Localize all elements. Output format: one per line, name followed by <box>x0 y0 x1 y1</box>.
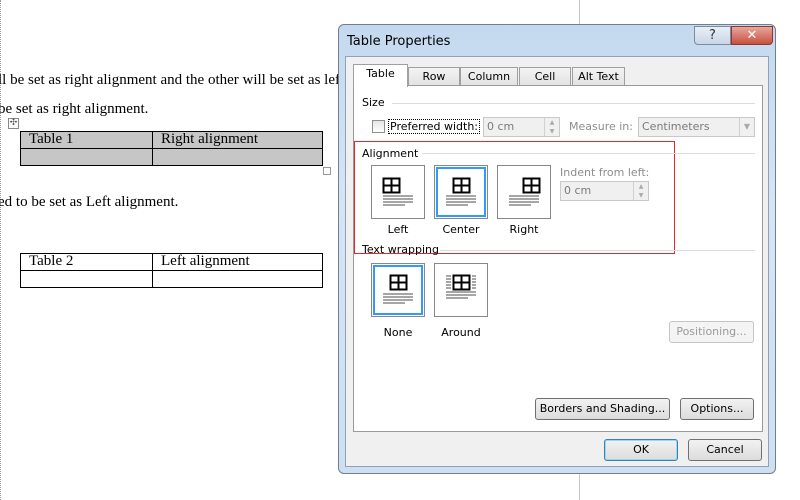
table-1-cell[interactable] <box>152 148 323 166</box>
spinner-icon[interactable]: ▲ ▼ <box>633 182 648 200</box>
indent-from-left-input[interactable]: 0 cm ▲ ▼ <box>560 181 649 201</box>
alignment-group-label: Alignment <box>362 147 419 160</box>
spinner-icon[interactable]: ▲ ▼ <box>544 118 559 136</box>
table-align-center-icon <box>446 177 476 206</box>
table-1-cell[interactable]: Right alignment <box>152 131 323 149</box>
preferred-width-value: 0 cm <box>487 120 515 133</box>
chevron-down-icon[interactable]: ▼ <box>739 118 754 136</box>
doc-line-1: ll be set as right alignment and the oth… <box>0 72 345 88</box>
tab-label: Row <box>422 70 446 83</box>
wrap-around-label: Around <box>441 326 481 339</box>
table-move-handle-icon[interactable]: ✣ <box>8 118 19 129</box>
tab-label: Alt Text <box>578 70 619 83</box>
positioning-button[interactable]: Positioning... <box>669 321 754 343</box>
wrap-around-icon <box>446 274 476 299</box>
tab-column[interactable]: Column <box>460 67 518 86</box>
dialog-client: Table Row Column Cell Alt Text Size Pref… <box>345 56 769 467</box>
close-button[interactable]: ✕ <box>731 26 773 45</box>
tab-table[interactable]: Table <box>353 64 408 87</box>
preferred-width-input[interactable]: 0 cm ▲ ▼ <box>483 117 560 137</box>
table-resize-handle[interactable] <box>323 167 331 175</box>
table-align-right-icon <box>509 177 541 206</box>
measure-in-label: Measure in: <box>569 120 633 133</box>
wrap-none-button[interactable] <box>371 263 425 317</box>
table-1[interactable]: Table 1 Right alignment <box>20 131 323 166</box>
table-2-cell[interactable] <box>152 270 323 288</box>
wrap-none-label: None <box>383 326 413 339</box>
table-align-left-icon <box>382 177 413 206</box>
align-right-button[interactable] <box>497 165 551 219</box>
table-2-cell[interactable]: Left alignment <box>152 253 323 271</box>
indent-from-left-label: Indent from left: <box>560 166 650 179</box>
wrap-around-button[interactable] <box>434 263 488 317</box>
tab-label: Table <box>366 67 395 80</box>
options-button[interactable]: Options... <box>680 398 754 420</box>
cancel-button[interactable]: Cancel <box>688 439 762 461</box>
align-right-label: Right <box>509 223 539 236</box>
table-2[interactable]: Table 2 Left alignment <box>20 253 323 288</box>
preferred-width-checkbox[interactable] <box>372 120 385 133</box>
table-properties-dialog: Table Properties ? ✕ Table Row Column Ce… <box>338 24 776 474</box>
table-1-cell[interactable] <box>20 148 153 166</box>
tab-label: Column <box>467 70 511 83</box>
measure-in-select[interactable]: Centimeters ▼ <box>638 117 755 137</box>
align-left-label: Left <box>387 223 409 236</box>
indent-value: 0 cm <box>564 184 592 197</box>
table-2-cell[interactable]: Table 2 <box>20 253 153 271</box>
borders-and-shading-button[interactable]: Borders and Shading... <box>535 398 670 420</box>
text-wrapping-group-label: Text wrapping <box>362 243 439 256</box>
align-center-button[interactable] <box>434 165 488 219</box>
table-tab-panel: Size Preferred width: 0 cm ▲ ▼ Measure in:… <box>353 85 763 432</box>
wrap-none-icon <box>383 274 413 304</box>
tab-alt-text[interactable]: Alt Text <box>572 67 625 86</box>
align-left-button[interactable] <box>371 165 425 219</box>
tab-cell[interactable]: Cell <box>519 67 571 86</box>
dialog-title: Table Properties <box>347 34 451 49</box>
help-button[interactable]: ? <box>694 26 731 45</box>
doc-line-2: be set as right alignment. <box>0 101 149 117</box>
doc-line-3: ed to be set as Left alignment. <box>0 194 179 210</box>
preferred-width-label: Preferred width: <box>388 119 481 134</box>
align-center-label: Center <box>442 223 480 236</box>
table-1-cell[interactable]: Table 1 <box>20 131 153 149</box>
size-group-label: Size <box>362 96 385 109</box>
tab-row[interactable]: Row <box>408 67 460 86</box>
tab-label: Cell <box>534 70 556 83</box>
ok-button[interactable]: OK <box>604 439 678 461</box>
table-2-cell[interactable] <box>20 270 153 288</box>
measure-in-value: Centimeters <box>642 120 710 133</box>
